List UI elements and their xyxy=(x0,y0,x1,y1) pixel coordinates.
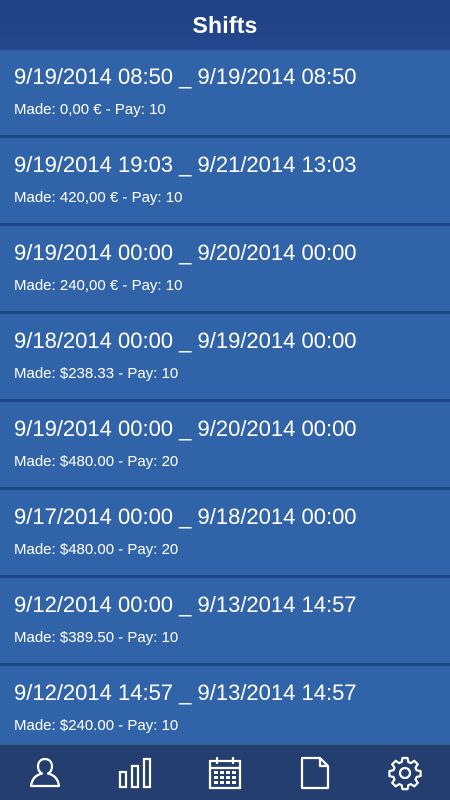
shift-row[interactable]: 9/19/2014 08:50 _ 9/19/2014 08:50 Made: … xyxy=(0,50,450,138)
gear-icon xyxy=(388,756,422,791)
shift-row[interactable]: 9/19/2014 19:03 _ 9/21/2014 13:03 Made: … xyxy=(0,138,450,226)
shift-range: 9/19/2014 08:50 _ 9/19/2014 08:50 xyxy=(14,64,357,89)
tab-settings[interactable] xyxy=(360,745,450,800)
bar-chart-icon xyxy=(118,757,152,789)
shift-made: Made: 240,00 € - Pay: 10 xyxy=(14,277,183,294)
page-title: Shifts xyxy=(192,11,258,38)
bottom-tab-bar xyxy=(0,744,450,800)
app-root: Shifts 9/19/2014 08:50 _ 9/19/2014 08:50… xyxy=(0,0,450,800)
shift-made: Made: $238.33 - Pay: 10 xyxy=(14,365,179,382)
shift-range: 9/19/2014 19:03 _ 9/21/2014 13:03 xyxy=(14,152,357,177)
tab-profile[interactable] xyxy=(0,745,90,800)
shift-made: Made: 0,00 € - Pay: 10 xyxy=(14,101,166,118)
shift-made: Made: 420,00 € - Pay: 10 xyxy=(14,189,183,206)
calendar-icon xyxy=(208,757,242,790)
shift-range: 9/17/2014 00:00 _ 9/18/2014 00:00 xyxy=(14,504,357,529)
tab-calendar[interactable] xyxy=(180,745,270,800)
shift-range: 9/12/2014 00:00 _ 9/13/2014 14:57 xyxy=(14,592,357,617)
shift-row[interactable]: 9/19/2014 00:00 _ 9/20/2014 00:00 Made: … xyxy=(0,226,450,314)
shift-row[interactable]: 9/17/2014 00:00 _ 9/18/2014 00:00 Made: … xyxy=(0,490,450,578)
shift-list[interactable]: 9/19/2014 08:50 _ 9/19/2014 08:50 Made: … xyxy=(0,50,450,744)
header-bar: Shifts xyxy=(0,0,450,50)
shift-range: 9/12/2014 14:57 _ 9/13/2014 14:57 xyxy=(14,680,357,705)
shift-made: Made: $240.00 - Pay: 10 xyxy=(14,717,179,734)
shift-range: 9/19/2014 00:00 _ 9/20/2014 00:00 xyxy=(14,416,357,441)
document-icon xyxy=(300,756,330,790)
shift-made: Made: $480.00 - Pay: 20 xyxy=(14,453,179,470)
tab-reports[interactable] xyxy=(270,745,360,800)
shift-row[interactable]: 9/19/2014 00:00 _ 9/20/2014 00:00 Made: … xyxy=(0,402,450,490)
shift-range: 9/18/2014 00:00 _ 9/19/2014 00:00 xyxy=(14,328,357,353)
shift-row[interactable]: 9/12/2014 14:57 _ 9/13/2014 14:57 Made: … xyxy=(0,666,450,744)
user-icon xyxy=(29,757,61,788)
shift-row[interactable]: 9/12/2014 00:00 _ 9/13/2014 14:57 Made: … xyxy=(0,578,450,666)
tab-statistics[interactable] xyxy=(90,745,180,800)
shift-range: 9/19/2014 00:00 _ 9/20/2014 00:00 xyxy=(14,240,357,265)
shift-row[interactable]: 9/18/2014 00:00 _ 9/19/2014 00:00 Made: … xyxy=(0,314,450,402)
shift-made: Made: $389.50 - Pay: 10 xyxy=(14,629,179,646)
shift-made: Made: $480.00 - Pay: 20 xyxy=(14,541,179,558)
